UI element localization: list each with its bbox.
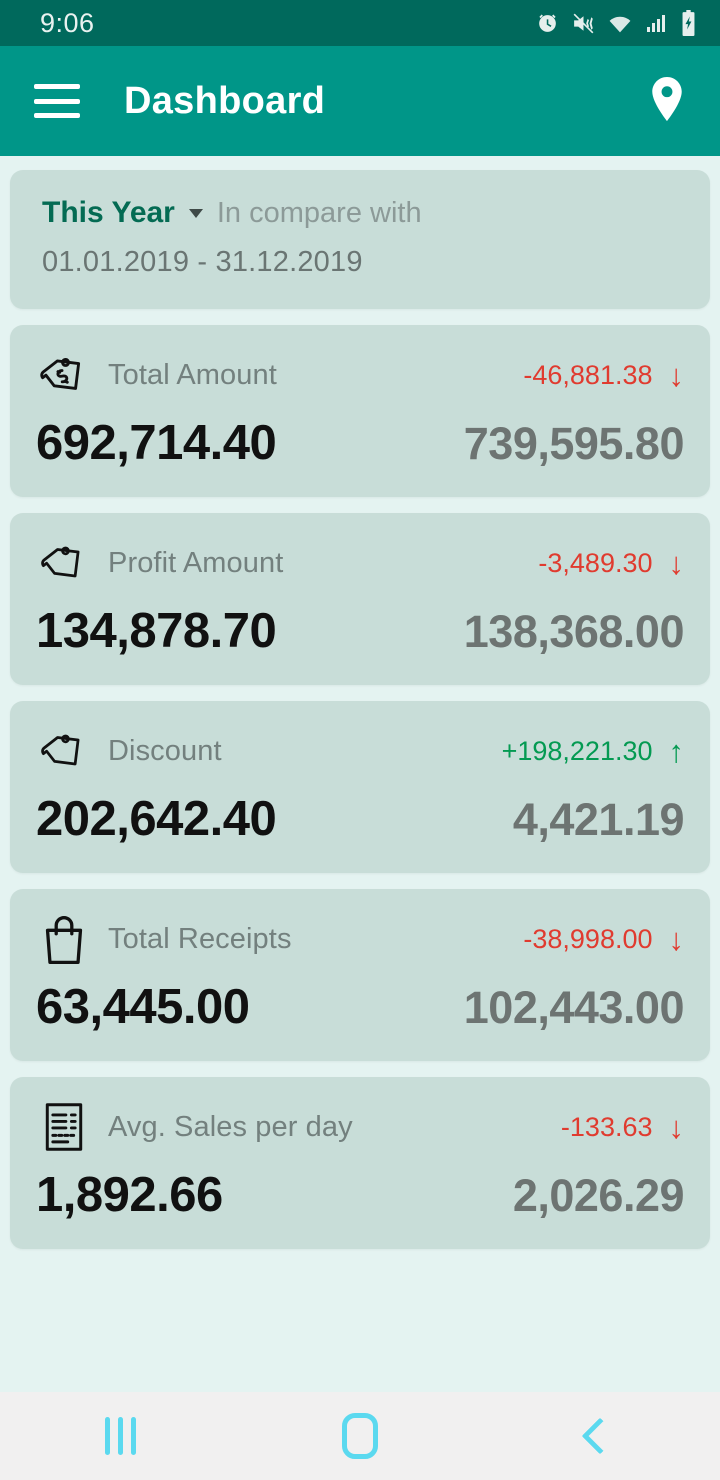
period-header-row: This Year In compare with — [42, 196, 678, 230]
metric-title: Avg. Sales per day — [108, 1110, 353, 1143]
period-label[interactable]: This Year — [42, 196, 175, 230]
metric-value-row: 1,892.66 2,026.29 — [36, 1167, 685, 1223]
metric-value: 134,878.70 — [36, 604, 277, 658]
metric-delta: -38,998.00 ↓ — [523, 924, 684, 955]
app-bar: Dashboard — [0, 46, 720, 156]
metric-delta: -46,881.38 ↓ — [523, 360, 684, 391]
recents-icon[interactable] — [0, 1417, 240, 1455]
arrow-up-icon: ↑ — [668, 733, 685, 769]
cellular-signal-icon — [644, 11, 668, 35]
metric-header-row: Total Receipts -38,998.00 ↓ — [36, 911, 684, 967]
metric-title: Discount — [108, 734, 222, 767]
arrow-down-icon: ↓ — [668, 921, 685, 957]
metric-card-profit-amount[interactable]: Profit Amount -3,489.30 ↓ 134,878.70 138… — [10, 513, 710, 685]
compare-label: In compare with — [216, 197, 422, 229]
price-tag-currency-icon — [36, 347, 92, 403]
alarm-icon — [535, 11, 560, 36]
metric-header-row: Avg. Sales per day -133.63 ↓ — [36, 1099, 684, 1155]
metric-card-discount[interactable]: Discount +198,221.30 ↑ 202,642.40 4,421.… — [10, 701, 710, 873]
location-pin-icon[interactable] — [640, 74, 694, 128]
period-date-range[interactable]: 01.01.2019 - 31.12.2019 — [42, 246, 678, 279]
chevron-down-icon[interactable] — [188, 208, 203, 218]
metric-value-row: 63,445.00 102,443.00 — [36, 979, 685, 1035]
metric-compare-value: 138,368.00 — [463, 606, 685, 657]
metric-title: Profit Amount — [108, 546, 284, 579]
metric-delta-value: +198,221.30 — [501, 735, 653, 766]
metric-card-total-amount[interactable]: Total Amount -46,881.38 ↓ 692,714.40 739… — [10, 325, 710, 497]
page-title: Dashboard — [124, 79, 326, 122]
metric-delta-value: -3,489.30 — [538, 547, 653, 578]
battery-charging-icon — [679, 10, 698, 36]
metric-value: 202,642.40 — [36, 792, 277, 846]
arrow-down-icon: ↓ — [668, 545, 685, 581]
metric-compare-value: 102,443.00 — [463, 982, 685, 1033]
home-icon[interactable] — [240, 1413, 480, 1459]
metric-value: 1,892.66 — [36, 1168, 223, 1222]
wifi-icon — [607, 11, 633, 36]
metric-header-row: Total Amount -46,881.38 ↓ — [36, 347, 684, 403]
metric-card-total-receipts[interactable]: Total Receipts -38,998.00 ↓ 63,445.00 10… — [10, 889, 710, 1061]
price-tag-icon — [36, 723, 92, 779]
mute-vibrate-icon — [571, 11, 596, 36]
status-bar: 9:06 — [0, 0, 720, 46]
metric-value-row: 134,878.70 138,368.00 — [36, 603, 685, 659]
metric-compare-value: 2,026.29 — [512, 1170, 685, 1221]
metric-card-avg-sales-per-day[interactable]: Avg. Sales per day -133.63 ↓ 1,892.66 2,… — [10, 1077, 710, 1249]
metric-delta-value: -38,998.00 — [523, 923, 653, 954]
receipt-icon — [36, 1099, 92, 1155]
metric-title: Total Amount — [108, 358, 277, 391]
status-icon-group — [535, 10, 698, 36]
metric-value: 692,714.40 — [36, 416, 277, 470]
dashboard-content: This Year In compare with 01.01.2019 - 3… — [0, 156, 720, 1392]
metric-value-row: 692,714.40 739,595.80 — [36, 415, 685, 471]
hamburger-menu-icon[interactable] — [34, 84, 80, 118]
metric-delta-value: -46,881.38 — [523, 359, 653, 390]
metric-header-row: Discount +198,221.30 ↑ — [36, 723, 684, 779]
metric-header-row: Profit Amount -3,489.30 ↓ — [36, 535, 684, 591]
metric-delta: +198,221.30 ↑ — [502, 736, 684, 767]
metric-value: 63,445.00 — [36, 980, 250, 1034]
metric-title: Total Receipts — [108, 922, 292, 955]
android-navigation-bar — [0, 1392, 720, 1480]
metric-delta-value: -133.63 — [560, 1111, 653, 1142]
price-tag-icon — [36, 535, 92, 591]
metric-compare-value: 4,421.19 — [512, 794, 685, 845]
metric-delta: -133.63 ↓ — [561, 1112, 684, 1143]
dashboard-screen: 9:06 Dashboard This Year In compare with… — [0, 0, 720, 1480]
metric-value-row: 202,642.40 4,421.19 — [36, 791, 685, 847]
status-clock: 9:06 — [40, 7, 95, 38]
period-selector-card[interactable]: This Year In compare with 01.01.2019 - 3… — [10, 170, 710, 309]
metric-delta: -3,489.30 ↓ — [538, 548, 684, 579]
back-icon[interactable] — [480, 1417, 720, 1455]
arrow-down-icon: ↓ — [668, 357, 685, 393]
arrow-down-icon: ↓ — [668, 1109, 685, 1145]
shopping-bag-icon — [36, 911, 92, 967]
metric-compare-value: 739,595.80 — [463, 418, 685, 469]
